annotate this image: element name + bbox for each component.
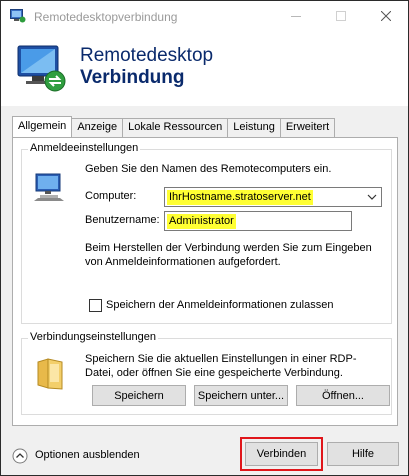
save-as-button[interactable]: Speichern unter... <box>194 385 288 406</box>
tab-panel-allgemein: Anmeldeeinstellungen Geben Sie den Namen… <box>12 137 398 426</box>
tab-leistung[interactable]: Leistung <box>227 118 281 137</box>
minimize-button[interactable] <box>273 1 318 31</box>
title-bar: Remotedesktopverbindung <box>1 1 408 31</box>
save-credentials-checkbox[interactable] <box>89 299 102 312</box>
username-input[interactable]: Administrator <box>164 211 352 231</box>
computer-value: IhrHostname.stratoserver.net <box>167 190 313 205</box>
chevron-down-icon[interactable] <box>367 192 377 202</box>
close-button[interactable] <box>363 1 408 31</box>
computer-label: Computer: <box>85 190 137 202</box>
maximize-icon <box>335 11 346 21</box>
open-button[interactable]: Öffnen... <box>296 385 390 406</box>
username-label: Benutzername: <box>85 214 160 226</box>
header-banner: Remotedesktop Verbindung <box>1 31 408 106</box>
rdp-window: Remotedesktopverbindung Remotedesktop Ve… <box>0 0 409 476</box>
help-button[interactable]: Hilfe <box>327 442 399 466</box>
window-title: Remotedesktopverbindung <box>34 10 178 24</box>
username-value: Administrator <box>167 214 236 229</box>
save-button[interactable]: Speichern <box>92 385 186 406</box>
login-settings-group: Anmeldeeinstellungen Geben Sie den Namen… <box>21 142 392 324</box>
rdp-app-icon <box>10 9 26 23</box>
banner-title-line2: Verbindung <box>80 67 185 88</box>
connect-button[interactable]: Verbinden <box>245 442 318 466</box>
connection-settings-group: Verbindungseinstellungen Speichern Sie d… <box>21 331 392 415</box>
options-collapse-icon[interactable] <box>12 448 28 464</box>
login-settings-title: Anmeldeeinstellungen <box>28 142 141 154</box>
banner-title-line1: Remotedesktop <box>80 45 214 66</box>
folder-icon <box>37 358 63 390</box>
options-toggle-label[interactable]: Optionen ausblenden <box>35 449 140 461</box>
computer-intro-text: Geben Sie den Namen des Remotecomputers … <box>85 163 332 175</box>
computer-combobox[interactable]: IhrHostname.stratoserver.net <box>164 187 382 207</box>
remote-desktop-icon <box>17 45 66 92</box>
maximize-button[interactable] <box>318 1 363 31</box>
save-credentials-label[interactable]: Speichern der Anmeldeinformationen zulas… <box>106 299 333 311</box>
connection-settings-title: Verbindungseinstellungen <box>28 331 158 343</box>
computer-icon <box>34 173 64 201</box>
tab-allgemein[interactable]: Allgemein <box>12 116 73 137</box>
tab-strip: Allgemein Anzeige Lokale Ressourcen Leis… <box>12 116 336 138</box>
tab-erweitert[interactable]: Erweitert <box>279 118 336 137</box>
close-icon <box>380 11 391 21</box>
credentials-info-text: Beim Herstellen der Verbindung werden Si… <box>85 242 372 268</box>
minimize-icon <box>290 16 301 17</box>
tab-anzeige[interactable]: Anzeige <box>71 118 124 137</box>
tab-lokale-ressourcen[interactable]: Lokale Ressourcen <box>122 118 229 137</box>
connection-description: Speichern Sie die aktuellen Einstellunge… <box>85 353 357 379</box>
